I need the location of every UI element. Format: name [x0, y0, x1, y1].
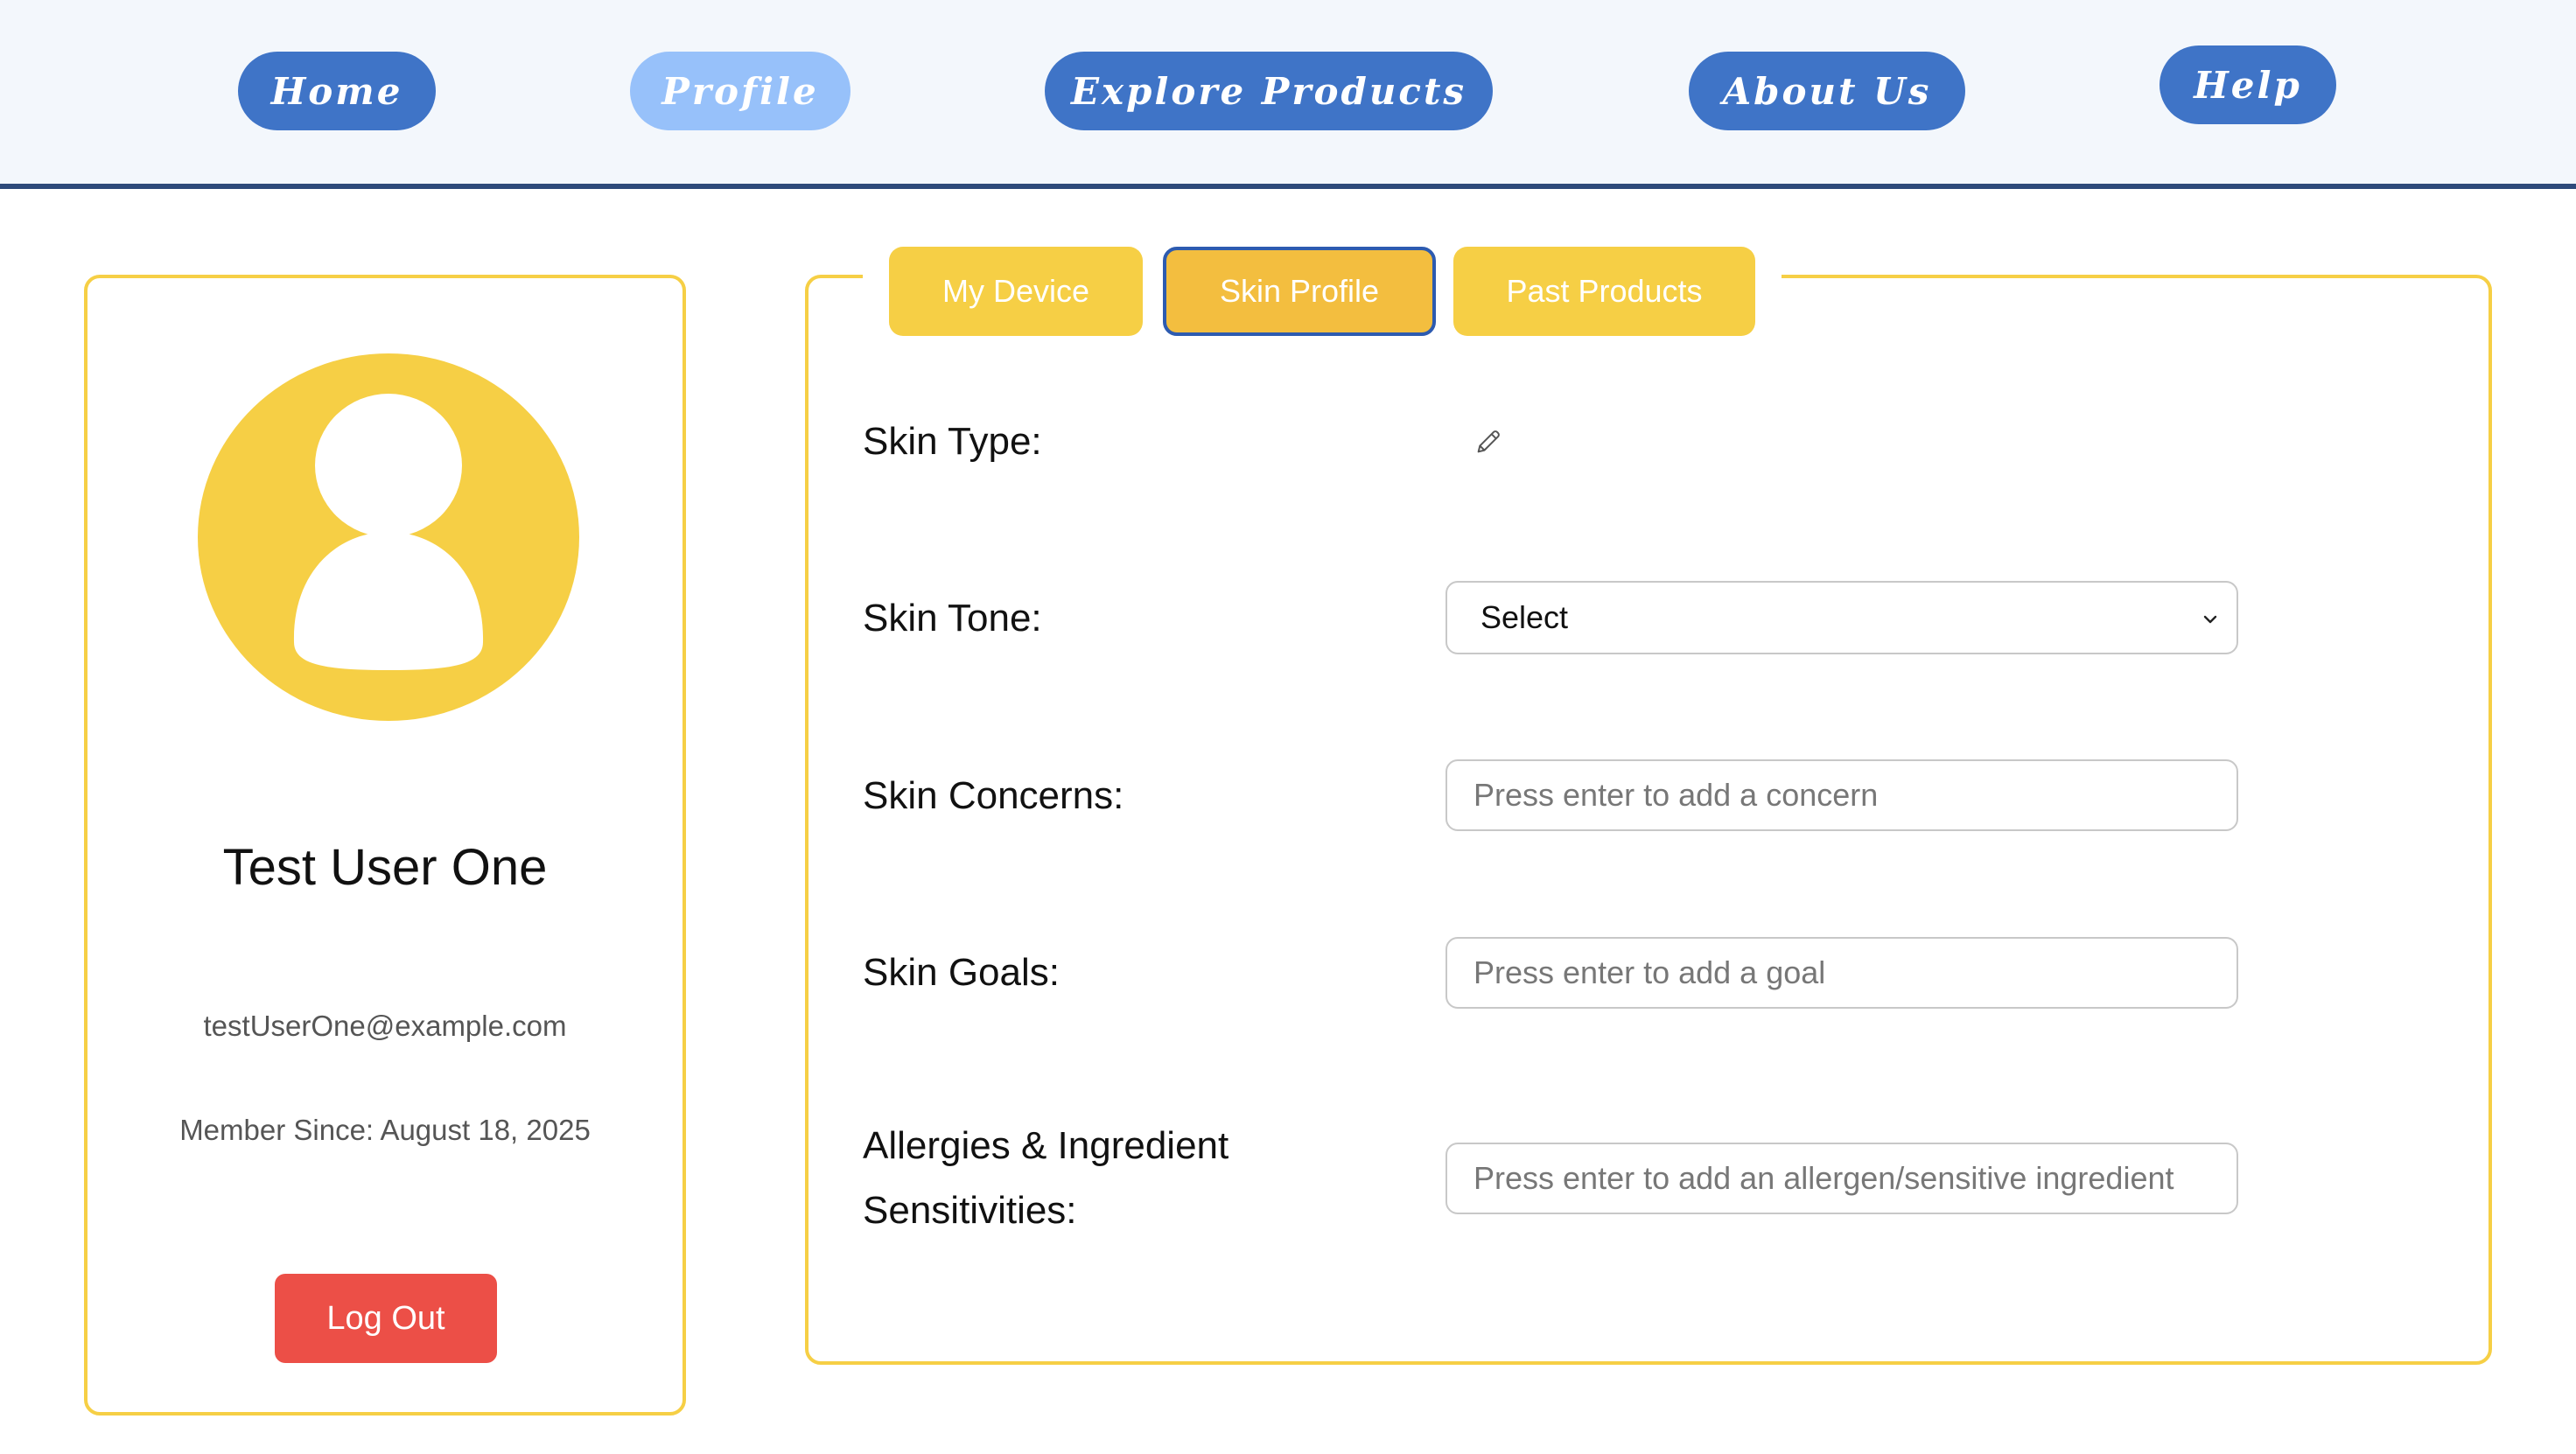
allergies-label-line-1: Allergies & Ingredient: [863, 1124, 1229, 1167]
allergies-input[interactable]: [1446, 1143, 2238, 1214]
skin-tone-selected-value: Select: [1480, 599, 1569, 635]
tab-past-products[interactable]: Past Products: [1453, 247, 1755, 336]
pencil-edit-icon[interactable]: [1474, 427, 1503, 457]
user-name: Test User One: [222, 839, 548, 896]
tab-my-device[interactable]: My Device: [889, 247, 1143, 336]
skin-concerns-label: Skin Concerns:: [863, 774, 1124, 817]
top-navigation-bar: Home Profile Explore Products About Us H…: [0, 0, 2576, 189]
skin-tone-select[interactable]: Select: [1446, 581, 2238, 654]
skin-goals-input[interactable]: [1446, 937, 2238, 1009]
nav-explore-products-button[interactable]: Explore Products: [1045, 52, 1493, 130]
user-email: testUserOne@example.com: [203, 1010, 567, 1042]
user-avatar-icon: [198, 353, 579, 721]
allergies-label-line-2: Sensitivities:: [863, 1189, 1077, 1232]
skin-type-label: Skin Type:: [863, 420, 1042, 463]
nav-about-us-button[interactable]: About Us: [1689, 52, 1965, 130]
skin-goals-label: Skin Goals:: [863, 951, 1060, 994]
nav-profile-button[interactable]: Profile: [630, 52, 850, 130]
nav-home-button[interactable]: Home: [238, 52, 436, 130]
skin-concerns-input[interactable]: [1446, 759, 2238, 831]
chevron-down-icon: [2203, 615, 2217, 624]
tab-skin-profile[interactable]: Skin Profile: [1163, 247, 1436, 336]
profile-card: Test User One testUserOne@example.com Me…: [84, 275, 686, 1416]
skin-tone-label: Skin Tone:: [863, 597, 1042, 640]
logout-button[interactable]: Log Out: [275, 1274, 497, 1363]
nav-help-button[interactable]: Help: [2160, 45, 2336, 124]
member-since-date: Member Since: August 18, 2025: [179, 1114, 591, 1146]
